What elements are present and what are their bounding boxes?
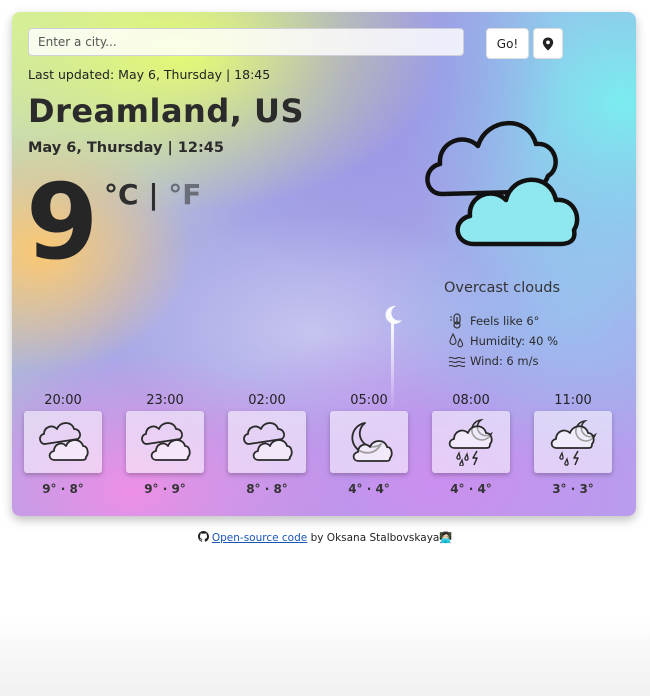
- forecast-temps: 3° · 3°: [552, 482, 594, 496]
- forecast-temps: 4° · 4°: [450, 482, 492, 496]
- forecast-time: 20:00: [44, 393, 82, 408]
- forecast-item: 02:00 8° · 8°: [225, 392, 309, 496]
- celsius-link[interactable]: °C: [104, 178, 139, 211]
- forecast-temps: 9° · 9°: [144, 482, 186, 496]
- forecast-time: 08:00: [452, 393, 490, 408]
- technologist-emoji: 👩🏻‍💻: [439, 532, 453, 544]
- humidity-icon: [449, 333, 464, 348]
- forecast-time: 05:00: [350, 393, 388, 408]
- forecast-item: 08:00 4° · 4°: [429, 392, 513, 496]
- unit-separator: |: [148, 178, 159, 211]
- forecast-icon-box: [24, 411, 102, 473]
- forecast-item: 05:00 4° · 4°: [327, 392, 411, 496]
- forecast-temps: 9° · 8°: [42, 482, 84, 496]
- forecast-icon-box: [330, 411, 408, 473]
- forecast-icon-box: [534, 411, 612, 473]
- overcast-clouds-icon: [425, 120, 580, 247]
- fahrenheit-link[interactable]: °F: [168, 178, 201, 211]
- weather-description: Overcast clouds: [443, 280, 561, 296]
- forecast-temps: 8° · 8°: [246, 482, 288, 496]
- map-marker-icon: [542, 37, 554, 50]
- feels-like-row: Feels like 6°: [448, 313, 539, 329]
- hourly-forecast: 20:00 9° · 8° 23:00 9° · 9° 02:00 8° · 8…: [24, 392, 624, 502]
- moon-cloud-icon: [351, 422, 393, 462]
- wind-row: Wind: 6 m/s: [448, 353, 538, 369]
- thermometer-icon: [450, 313, 461, 329]
- open-source-link[interactable]: Open-source code: [212, 532, 307, 544]
- city-name: Dreamland, US: [28, 92, 305, 130]
- clouds-icon: [39, 422, 89, 461]
- footer: Open-source code by Oksana Stalbovskaya👩…: [0, 531, 650, 544]
- feels-like-text: Feels like 6°: [470, 314, 540, 328]
- night-rain-icon: [448, 418, 493, 466]
- current-temperature: 9: [26, 161, 99, 283]
- forecast-time: 23:00: [146, 393, 184, 408]
- footer-author: by Oksana Stalbovskaya: [307, 532, 440, 544]
- night-thunderstorm-icon: [550, 419, 597, 466]
- forecast-item: 20:00 9° · 8°: [21, 392, 105, 496]
- forecast-time: 02:00: [248, 393, 286, 408]
- weather-card: Go! Last updated: May 6, Thursday | 18:4…: [12, 12, 636, 516]
- forecast-time: 11:00: [554, 393, 592, 408]
- wind-icon: [448, 356, 466, 368]
- forecast-icon-box: [432, 411, 510, 473]
- local-datetime: May 6, Thursday | 12:45: [28, 140, 224, 156]
- forecast-item: 11:00 3° · 3°: [531, 392, 615, 496]
- forecast-temps: 4° · 4°: [348, 482, 390, 496]
- unit-switch: °C | °F: [104, 178, 201, 211]
- wind-text: Wind: 6 m/s: [470, 354, 539, 368]
- current-location-button[interactable]: [533, 28, 563, 59]
- humidity-text: Humidity: 40 %: [470, 334, 559, 348]
- city-search-input[interactable]: [28, 28, 464, 56]
- github-icon: [197, 531, 209, 542]
- forecast-item: 23:00 9° · 9°: [123, 392, 207, 496]
- forecast-icon-box: [228, 411, 306, 473]
- forecast-icon-box: [126, 411, 204, 473]
- go-button[interactable]: Go!: [486, 28, 529, 59]
- clouds-icon: [141, 422, 191, 461]
- humidity-row: Humidity: 40 %: [448, 333, 558, 349]
- clouds-icon: [243, 422, 293, 461]
- last-updated-text: Last updated: May 6, Thursday | 18:45: [28, 67, 271, 82]
